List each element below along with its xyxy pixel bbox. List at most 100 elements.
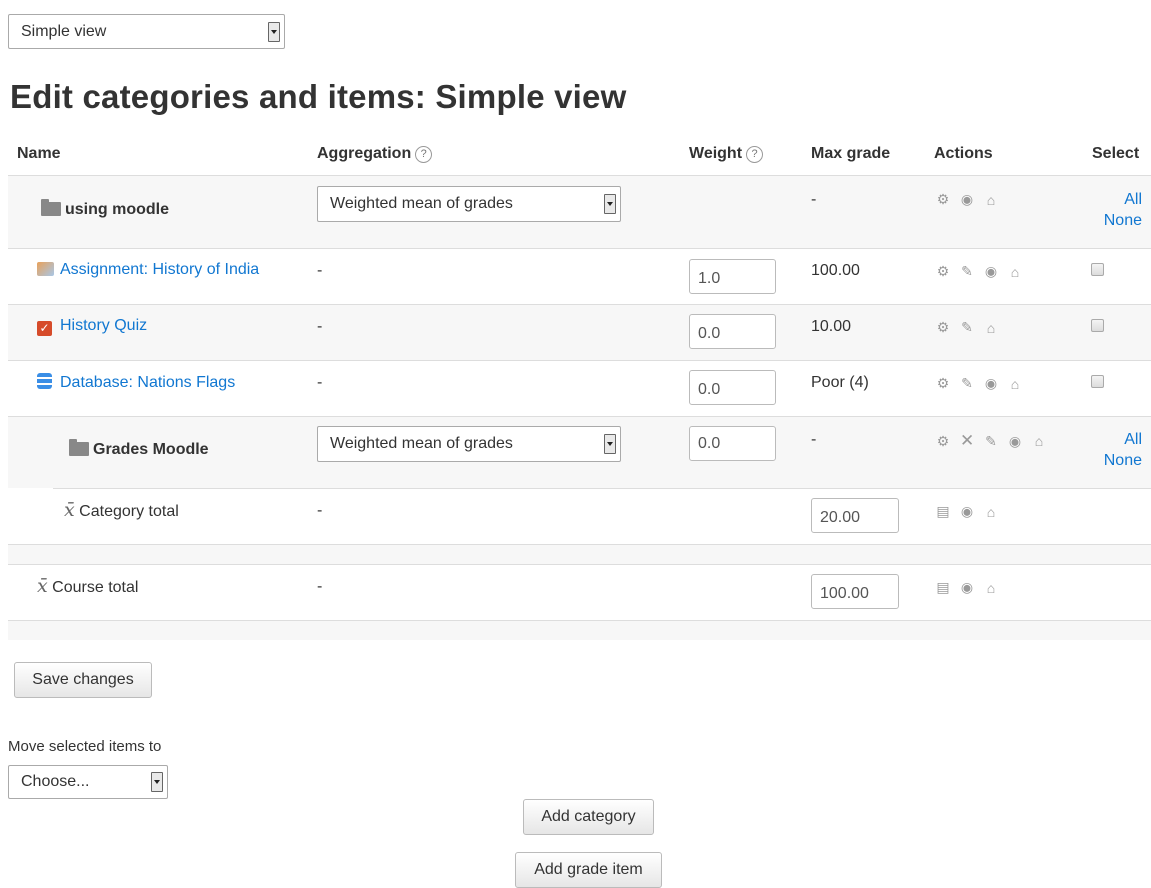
add-grade-item-button[interactable]: Add grade item — [515, 852, 662, 888]
folder-icon — [41, 199, 61, 216]
max-grade: - — [811, 191, 817, 208]
select-checkbox[interactable] — [1091, 375, 1104, 388]
edit-icon[interactable]: ✎ — [984, 433, 998, 450]
select-all-link[interactable]: All — [1080, 429, 1142, 450]
weight-input[interactable]: 0.0 — [689, 426, 776, 461]
weight-input[interactable]: 0.0 — [689, 314, 776, 349]
select-checkbox[interactable] — [1091, 263, 1104, 276]
actions: ⚙ ✕ ✎ ◉ ⌂ — [936, 431, 1046, 451]
calculator-icon[interactable]: ▤ — [936, 579, 950, 596]
aggregation-value: - — [317, 318, 323, 335]
course-total: x̄ Course total — [37, 575, 138, 597]
category-name: using moodle — [41, 199, 169, 219]
delete-icon[interactable]: ✕ — [960, 431, 974, 451]
select-all-link[interactable]: All — [1080, 189, 1142, 210]
edit-icon[interactable]: ✎ — [960, 319, 974, 336]
gear-icon[interactable]: ⚙ — [936, 191, 950, 208]
item-link[interactable]: History Quiz — [60, 317, 147, 334]
weight-input[interactable]: 1.0 — [689, 259, 776, 294]
add-category-button[interactable]: Add category — [523, 799, 654, 835]
eye-icon[interactable]: ◉ — [960, 191, 974, 208]
eye-icon[interactable]: ◉ — [984, 375, 998, 392]
eye-icon[interactable]: ◉ — [984, 263, 998, 280]
actions: ▤ ◉ ⌂ — [936, 579, 998, 596]
header-weight-label: Weight — [689, 145, 743, 162]
aggregation-select[interactable]: Weighted mean of grades — [317, 186, 621, 222]
select-links: All None — [1080, 429, 1142, 471]
max-grade: Poor (4) — [811, 374, 869, 391]
help-icon[interactable]: ? — [415, 146, 433, 163]
select-none-link[interactable]: None — [1080, 210, 1142, 231]
actions: ⚙ ✎ ⌂ — [936, 319, 998, 336]
actions: ⚙ ✎ ◉ ⌂ — [936, 375, 1022, 392]
lock-icon[interactable]: ⌂ — [984, 580, 998, 596]
gear-icon[interactable]: ⚙ — [936, 375, 950, 392]
aggregation-select-value: Weighted mean of grades — [330, 435, 513, 452]
aggregation-value: - — [317, 262, 323, 279]
header-name: Name — [17, 145, 61, 162]
aggregation-value: - — [317, 578, 323, 595]
page-title: Edit categories and items: Simple view — [10, 78, 627, 115]
header-actions: Actions — [934, 145, 993, 162]
item-link[interactable]: Assignment: History of India — [60, 261, 259, 278]
save-changes-button[interactable]: Save changes — [14, 662, 152, 698]
header-aggregation: Aggregation? — [317, 145, 433, 163]
max-grade: 10.00 — [811, 318, 852, 335]
chevron-down-icon — [268, 21, 280, 42]
total-label: Category total — [79, 503, 179, 520]
view-select-value: Simple view — [21, 22, 107, 40]
calculator-icon[interactable]: ▤ — [936, 503, 950, 520]
gear-icon[interactable]: ⚙ — [936, 433, 950, 450]
chevron-down-icon — [604, 434, 616, 454]
lock-icon[interactable]: ⌂ — [984, 192, 998, 208]
category-total: x̄ Category total — [64, 499, 179, 521]
weight-input[interactable]: 0.0 — [689, 370, 776, 405]
total-label: Course total — [52, 579, 139, 596]
database-icon — [37, 373, 52, 389]
header-weight: Weight? — [689, 145, 764, 163]
grade-item: Database: Nations Flags — [37, 373, 235, 392]
eye-icon[interactable]: ◉ — [960, 579, 974, 596]
aggregation-value: - — [317, 374, 323, 391]
select-links: All None — [1080, 189, 1142, 231]
help-icon[interactable]: ? — [746, 146, 764, 163]
category-name-label: using moodle — [65, 201, 169, 218]
grade-item: Assignment: History of India — [37, 261, 259, 279]
lock-icon[interactable]: ⌂ — [1032, 433, 1046, 449]
aggregation-select-value: Weighted mean of grades — [330, 195, 513, 212]
select-none-link[interactable]: None — [1080, 450, 1142, 471]
table-footer — [8, 620, 1151, 640]
max-grade: - — [811, 431, 817, 448]
aggregation-select[interactable]: Weighted mean of grades — [317, 426, 621, 462]
quiz-icon: ✓ — [37, 321, 52, 336]
actions: ⚙ ◉ ⌂ — [936, 191, 998, 208]
eye-icon[interactable]: ◉ — [960, 503, 974, 520]
actions: ▤ ◉ ⌂ — [936, 503, 998, 520]
chevron-down-icon — [151, 772, 163, 792]
gear-icon[interactable]: ⚙ — [936, 263, 950, 280]
mean-icon: x̄ — [64, 499, 75, 521]
lock-icon[interactable]: ⌂ — [984, 504, 998, 520]
lock-icon[interactable]: ⌂ — [1008, 376, 1022, 392]
folder-icon — [69, 439, 89, 456]
edit-icon[interactable]: ✎ — [960, 375, 974, 392]
gear-icon[interactable]: ⚙ — [936, 319, 950, 336]
actions: ⚙ ✎ ◉ ⌂ — [936, 263, 1022, 280]
move-label: Move selected items to — [8, 738, 162, 755]
item-link[interactable]: Database: Nations Flags — [60, 374, 235, 391]
grade-item: ✓ History Quiz — [37, 317, 147, 336]
header-max-grade: Max grade — [811, 145, 891, 162]
select-checkbox[interactable] — [1091, 319, 1104, 332]
max-grade-input[interactable]: 100.00 — [811, 574, 899, 609]
lock-icon[interactable]: ⌂ — [1008, 264, 1022, 280]
view-select[interactable]: Simple view — [8, 14, 285, 49]
edit-icon[interactable]: ✎ — [960, 263, 974, 280]
aggregation-value: - — [317, 502, 323, 519]
move-select[interactable]: Choose... — [8, 765, 168, 799]
lock-icon[interactable]: ⌂ — [984, 320, 998, 336]
max-grade-input[interactable]: 20.00 — [811, 498, 899, 533]
header-aggregation-label: Aggregation — [317, 145, 412, 162]
category-name-label: Grades Moodle — [93, 441, 209, 458]
category-name: Grades Moodle — [69, 439, 209, 459]
eye-icon[interactable]: ◉ — [1008, 433, 1022, 450]
